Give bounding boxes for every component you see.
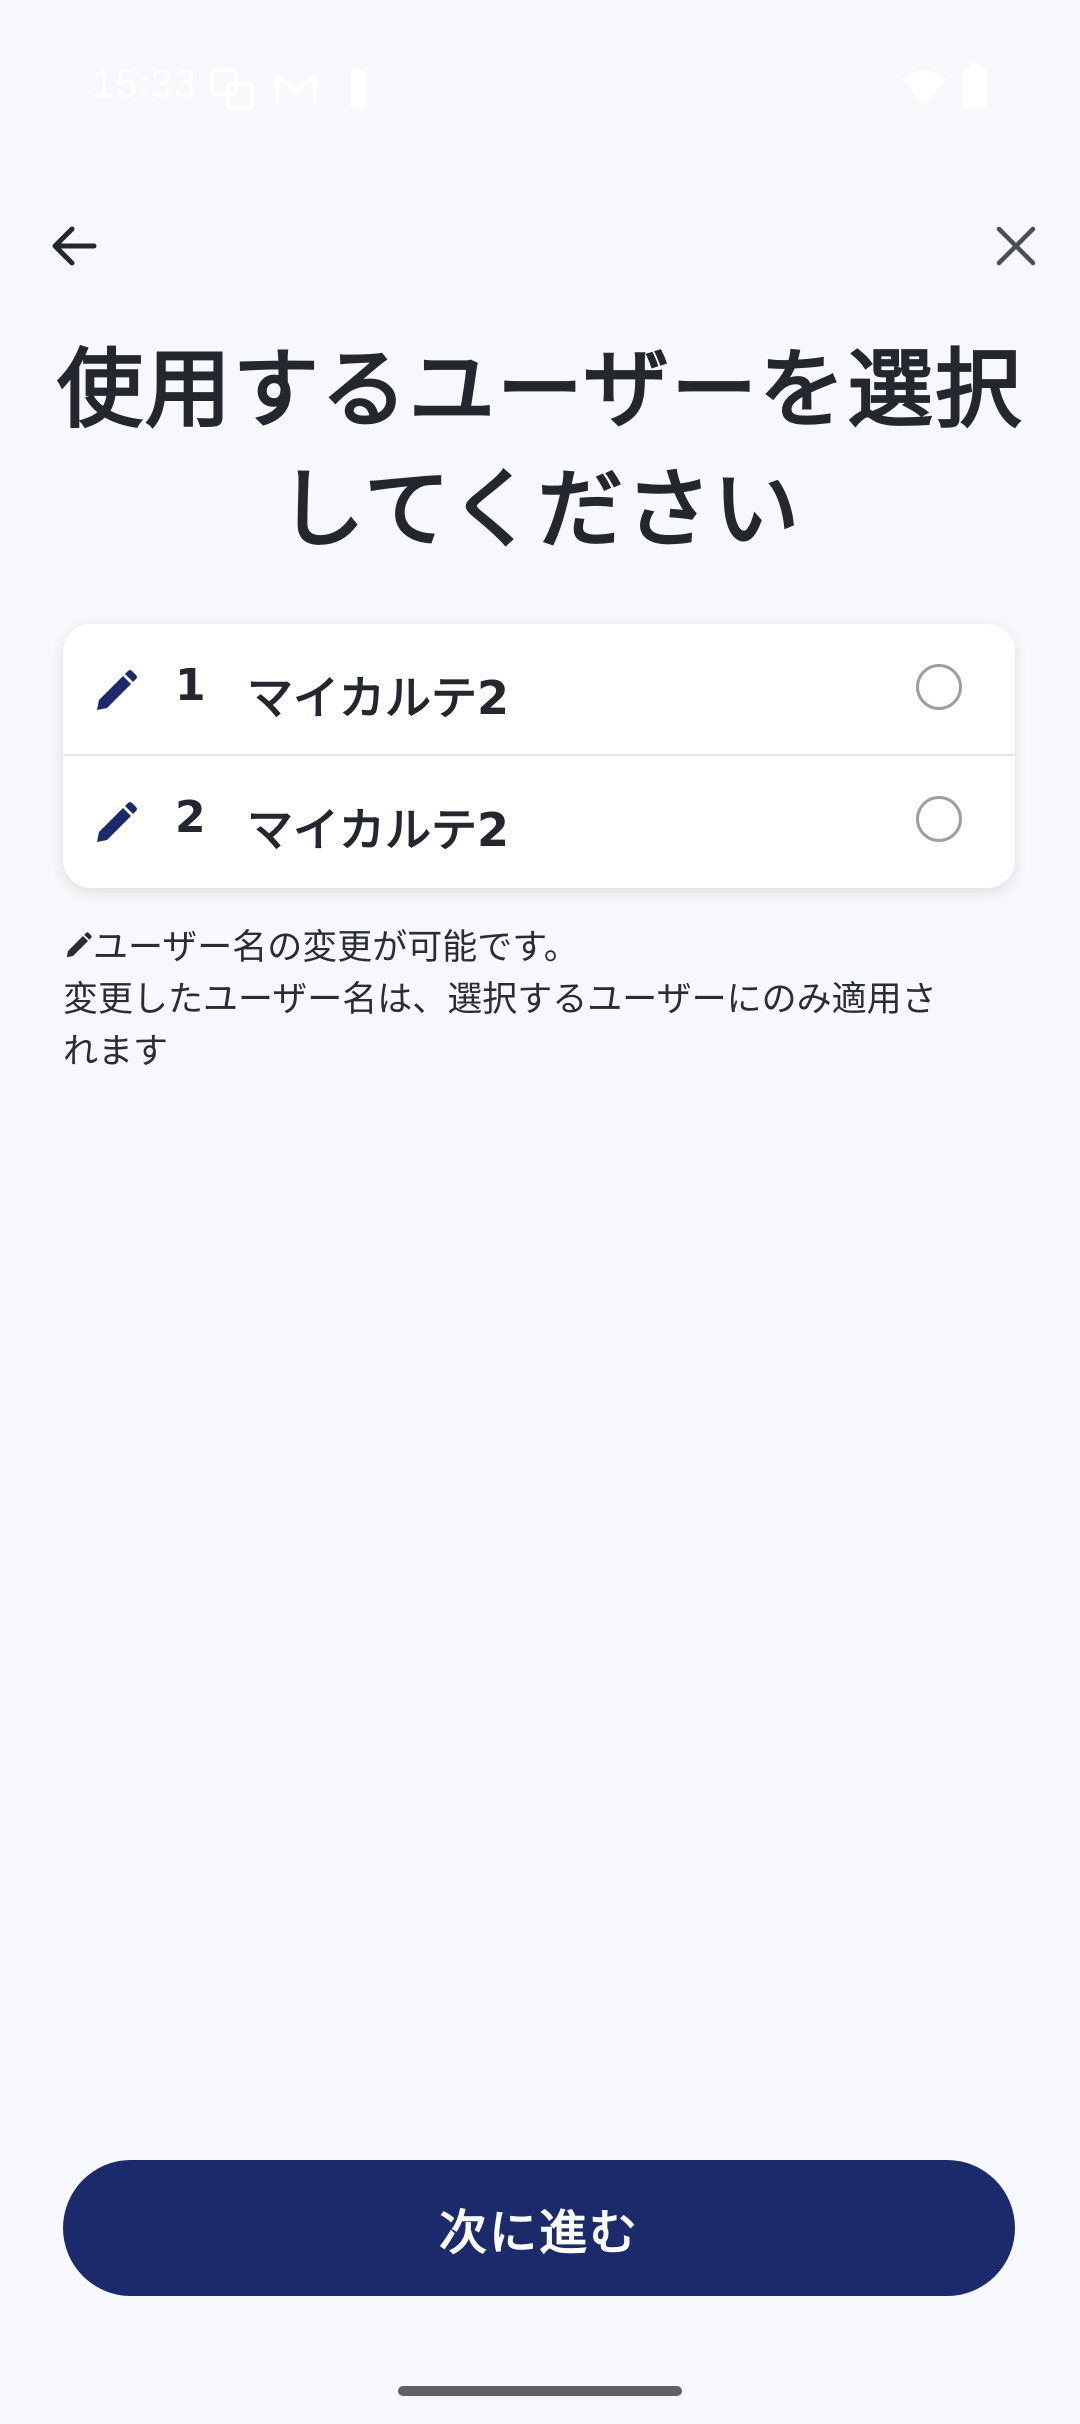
note-line-2: 変更したユーザー名は、選択するユーザーにのみ適用さ [63,980,937,1020]
translate-icon [210,66,256,116]
pencil-icon [63,924,93,958]
arrow-left-icon [52,226,97,266]
note-line-1: ユーザー名の変更が可能です。 [63,922,1003,974]
edit-pencil-icon[interactable] [91,668,139,716]
note-line-3: れます [63,1032,169,1072]
home-indicator[interactable] [398,2386,682,2396]
page-title: 使用するユーザーを選択 してください [40,330,1040,570]
user-number: 1 [175,660,206,711]
page-title-line2: してください [278,460,802,560]
back-button[interactable] [38,210,110,282]
battery-small-icon [348,66,368,114]
user-radio[interactable] [916,664,962,710]
rename-note: ユーザー名の変更が可能です。 変更したユーザー名は、選択するユーザーにのみ適用さ… [63,922,1003,1078]
note-text-1: ユーザー名の変更が可能です。 [93,928,579,968]
user-name: マイカルテ2 [247,671,510,725]
close-icon [996,226,1036,266]
status-time: 15:33 [92,62,198,106]
battery-icon [960,62,990,114]
user-list: 1 マイカルテ2 2 マイカルテ2 [63,624,1015,888]
user-row-2[interactable]: 2 マイカルテ2 [63,756,1015,888]
status-bar: 15:33 [0,0,1080,130]
page-title-line1: 使用するユーザーを選択 [56,340,1024,440]
wifi-icon [900,68,948,112]
user-number: 2 [175,792,206,843]
edit-pencil-icon[interactable] [91,800,139,848]
user-radio[interactable] [916,796,962,842]
next-button[interactable]: 次に進む [63,2160,1015,2296]
gmail-icon [274,72,318,110]
close-button[interactable] [980,210,1052,282]
user-row-1[interactable]: 1 マイカルテ2 [63,624,1015,756]
user-name: マイカルテ2 [247,803,510,857]
